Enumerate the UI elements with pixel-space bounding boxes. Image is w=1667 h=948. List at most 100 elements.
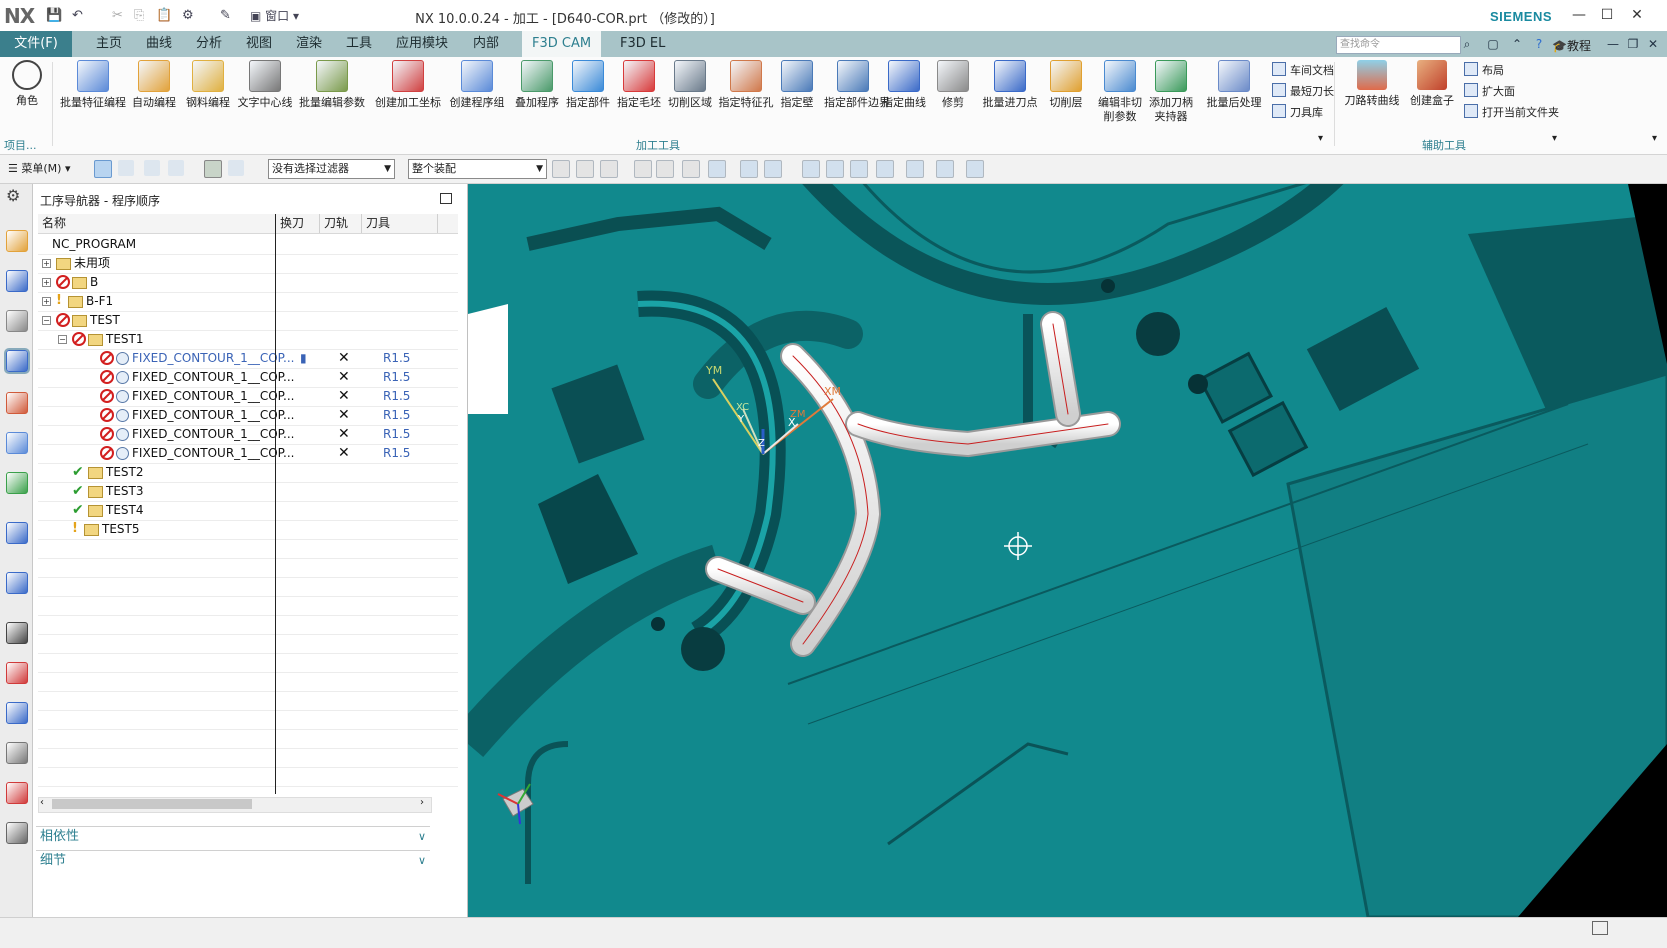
part-boundary-button[interactable]: 指定部件边界 — [824, 60, 890, 110]
intersection-icon[interactable] — [682, 160, 700, 178]
expand-toggle-icon[interactable]: + — [42, 297, 51, 306]
table-row[interactable]: ✔ TEST2 — [38, 462, 458, 483]
table-row[interactable]: − TEST1 — [38, 329, 458, 350]
expand-toggle-icon[interactable]: − — [42, 316, 51, 325]
select-solid-icon[interactable] — [740, 160, 758, 178]
ribbon-close-icon[interactable]: ✕ — [1644, 35, 1662, 53]
dependencies-panel-header[interactable]: 相依性 ∨ — [36, 826, 430, 847]
settings-gear-icon[interactable]: ⚙ — [6, 186, 20, 205]
menu-app-modules[interactable]: 应用模块 — [386, 31, 458, 57]
close-icon[interactable]: ✕ — [1624, 5, 1650, 25]
help-icon[interactable]: ? — [1530, 35, 1548, 53]
table-row[interactable]: FIXED_CONTOUR_1__COP... ✕ R1.5 — [38, 405, 458, 426]
graphics-viewport[interactable]: YM XC Y Z ZM X XM — [468, 184, 1667, 917]
enlarge-face-button[interactable]: 扩大面 — [1464, 83, 1559, 104]
column-splitter[interactable] — [275, 214, 276, 794]
collapse-ribbon-icon[interactable]: ⌃ — [1508, 35, 1526, 53]
zoom-icon[interactable] — [826, 160, 844, 178]
expand-toggle-icon[interactable]: + — [42, 278, 51, 287]
menu-view[interactable]: 视图 — [236, 31, 282, 57]
assembly-scope-select[interactable]: 整个装配 ▼ — [408, 159, 547, 179]
table-row[interactable]: ✔ TEST3 — [38, 481, 458, 502]
column-name[interactable]: 名称 — [38, 214, 276, 233]
batch-postprocess-button[interactable]: 批量后处理 — [1200, 60, 1268, 110]
scroll-right-icon[interactable]: › — [420, 797, 424, 808]
trim-button[interactable]: 修剪 — [926, 60, 980, 110]
palette-icon[interactable] — [6, 782, 28, 804]
toolpath-to-curve-button[interactable]: 刀路转曲线 — [1340, 60, 1404, 108]
shade-icon[interactable] — [936, 160, 954, 178]
table-row[interactable]: NC_PROGRAM — [38, 234, 458, 255]
render-style-icon[interactable] — [906, 160, 924, 178]
ribbon-restore-icon[interactable]: ❐ — [1624, 35, 1642, 53]
project-label[interactable]: 项目... — [4, 137, 37, 153]
table-row[interactable]: FIXED_CONTOUR_1__COP... ✕ R1.5 — [38, 443, 458, 464]
non-cut-params-button[interactable]: 编辑非切 削参数 — [1094, 60, 1146, 124]
auto-program-button[interactable]: 自动编程 — [128, 60, 180, 110]
column-tool[interactable]: 刀具 — [362, 214, 438, 233]
scrollbar-thumb[interactable] — [52, 799, 252, 809]
add-holder-button[interactable]: 添加刀柄 夹持器 — [1146, 60, 1196, 124]
batch-edit-params-button[interactable]: 批量编辑参数 — [294, 60, 370, 110]
specify-hole-button[interactable]: 指定特征孔 — [718, 60, 774, 110]
show-toolpath-icon[interactable] — [204, 160, 222, 178]
table-row[interactable]: FIXED_CONTOUR_1__COP... ✕ R1.5 — [38, 424, 458, 445]
system-materials-icon[interactable] — [6, 822, 28, 844]
point-constructor-icon[interactable] — [600, 160, 618, 178]
specify-wall-button[interactable]: 指定壁 — [772, 60, 822, 110]
ribbon-minimize-icon[interactable]: — — [1604, 35, 1622, 53]
details-panel-header[interactable]: 细节 ∨ — [36, 850, 430, 871]
menu-tools[interactable]: 工具 — [336, 31, 382, 57]
batch-feature-program-button[interactable]: 批量特征编程 — [60, 60, 126, 110]
operation-navigator-icon[interactable] — [4, 348, 30, 374]
point-on-curve-icon[interactable] — [634, 160, 652, 178]
show-tool-icon[interactable] — [228, 160, 244, 176]
ribbon-options-icon[interactable]: ▾ — [1652, 133, 1657, 144]
menu-render[interactable]: 渲染 — [286, 31, 332, 57]
select-group-icon[interactable] — [144, 160, 160, 176]
maximize-icon[interactable]: ☐ — [1594, 5, 1620, 25]
robot-icon[interactable] — [6, 742, 28, 764]
tutorial-link[interactable]: 🎓教程 — [1552, 37, 1591, 54]
create-mcs-button[interactable]: 创建加工坐标 — [372, 60, 444, 110]
column-toolpath[interactable]: 刀轨 — [320, 214, 362, 233]
machine-tool-navigator-icon[interactable] — [6, 392, 28, 414]
manufacturing-wizard-icon[interactable] — [6, 702, 28, 724]
view-options-icon[interactable] — [966, 160, 984, 178]
menu-home[interactable]: 主页 — [86, 31, 132, 57]
maximize-panel-icon[interactable] — [440, 193, 452, 204]
menu-f3d-el[interactable]: F3D EL — [610, 31, 675, 57]
window-layout-icon[interactable]: ▢ — [1484, 35, 1502, 53]
web-browser-icon[interactable] — [6, 572, 28, 594]
select-features-icon[interactable] — [94, 160, 112, 178]
tool-library-button[interactable]: 刀具库 — [1272, 104, 1334, 125]
table-row[interactable]: + B — [38, 272, 458, 293]
steel-program-button[interactable]: 钢料编程 — [182, 60, 234, 110]
menu-file[interactable]: 文件(F) — [0, 31, 72, 57]
table-row[interactable]: FIXED_CONTOUR_1__COP... ▮ ✕ R1.5 — [38, 348, 458, 369]
reuse-library-icon[interactable] — [6, 472, 28, 494]
create-box-button[interactable]: 创建盒子 — [1404, 60, 1460, 108]
center-icon[interactable] — [656, 160, 674, 178]
menu-button[interactable]: ☰ 菜单(M) ▾ — [8, 160, 70, 176]
select-list-icon[interactable] — [168, 160, 184, 176]
text-centerline-button[interactable]: 文字中心线 — [236, 60, 294, 110]
specify-curve-button[interactable]: 指定曲线 — [880, 60, 928, 110]
table-row[interactable]: + 未用项 — [38, 253, 458, 274]
rotate-icon[interactable] — [850, 160, 868, 178]
table-row[interactable]: − TEST — [38, 310, 458, 331]
command-search-input[interactable]: 查找命令 — [1336, 36, 1461, 54]
stack-program-button[interactable]: 叠加程序 — [512, 60, 562, 110]
quick-pick-icon[interactable] — [576, 160, 594, 178]
shop-doc-button[interactable]: 车间文档 — [1272, 62, 1334, 83]
table-row[interactable]: ! TEST5 — [38, 519, 458, 540]
view-orient-icon[interactable] — [876, 160, 894, 178]
group2-expand-icon[interactable]: ▾ — [1552, 133, 1557, 144]
fullscreen-icon[interactable] — [1592, 921, 1608, 935]
select-tree-icon[interactable] — [118, 160, 134, 176]
part-navigator-icon[interactable] — [6, 230, 28, 252]
open-folder-button[interactable]: 打开当前文件夹 — [1464, 104, 1559, 125]
cut-area-button[interactable]: 切削区域 — [664, 60, 716, 110]
search-icon[interactable]: ⌕ — [1458, 35, 1476, 53]
table-row[interactable]: FIXED_CONTOUR_1__COP... ✕ R1.5 — [38, 386, 458, 407]
